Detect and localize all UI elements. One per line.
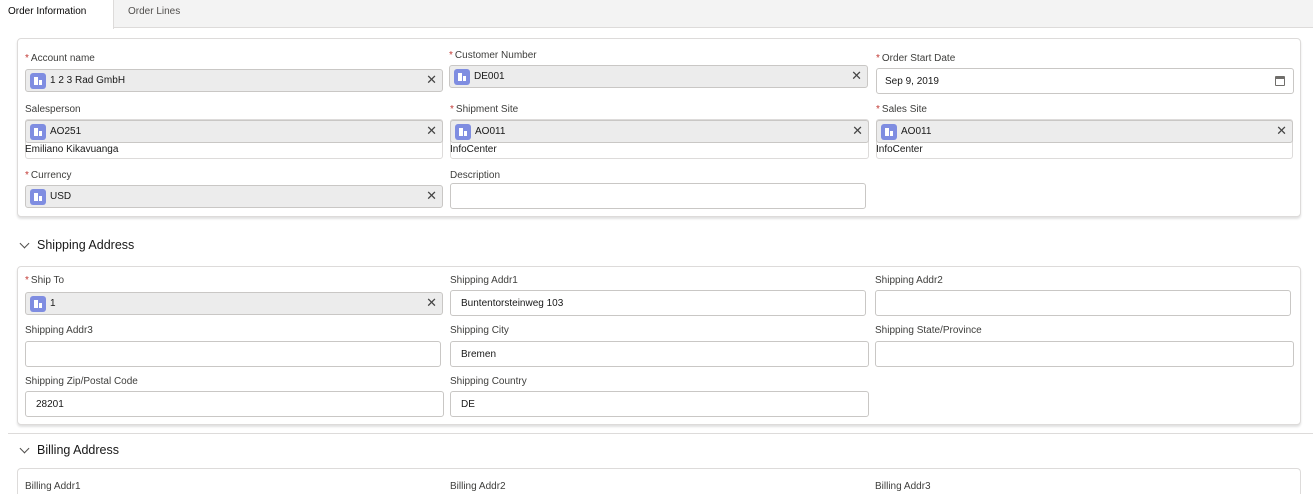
currency-lookup[interactable]: USD ✕ xyxy=(25,185,443,208)
order-start-date-label: Order Start Date xyxy=(881,53,956,64)
shipping-addr3-input[interactable] xyxy=(25,341,441,367)
description-input[interactable] xyxy=(450,183,866,209)
shipping-state-label: Shipping State/Province xyxy=(875,325,982,336)
sales-site-name: InfoCenter xyxy=(876,144,923,155)
shipping-address-title: Shipping Address xyxy=(37,238,135,252)
billing-address-card: Billing Addr1 Billing Addr2 Billing Addr… xyxy=(17,468,1301,494)
calendar-icon[interactable] xyxy=(1275,76,1285,86)
salesperson-name: Emiliano Kikavuanga xyxy=(25,144,119,155)
order-start-date-input[interactable]: Sep 9, 2019 xyxy=(876,68,1294,94)
billing-addr2-label: Billing Addr2 xyxy=(450,481,506,492)
close-icon[interactable]: ✕ xyxy=(426,123,437,139)
required-marker: * xyxy=(25,170,29,181)
close-icon[interactable]: ✕ xyxy=(1276,123,1287,139)
account-name-lookup[interactable]: 1 2 3 Rad GmbH ✕ xyxy=(25,69,443,92)
section-divider xyxy=(8,433,1313,434)
shipping-zip-input[interactable]: 28201 xyxy=(25,391,444,417)
close-icon[interactable]: ✕ xyxy=(852,123,863,139)
shipping-state-input[interactable] xyxy=(875,341,1294,367)
close-icon[interactable]: ✕ xyxy=(426,295,437,311)
order-information-card: * Account name 1 2 3 Rad GmbH ✕ * Customer… xyxy=(17,38,1301,217)
customer-number-lookup[interactable]: DE001 ✕ xyxy=(449,65,868,88)
billing-addr1-label: Billing Addr1 xyxy=(25,481,81,492)
billing-address-title: Billing Address xyxy=(37,443,119,457)
ship-to-lookup[interactable]: 1 ✕ xyxy=(25,292,443,315)
shipping-city-label: Shipping City xyxy=(450,325,509,336)
shipping-addr1-value: Buntentorsteinweg 103 xyxy=(461,298,564,309)
shipping-country-value: DE xyxy=(461,399,475,410)
required-marker: * xyxy=(449,50,453,61)
close-icon[interactable]: ✕ xyxy=(426,72,437,88)
required-marker: * xyxy=(876,53,880,64)
shipping-city-value: Bremen xyxy=(461,349,497,360)
shipping-address-card: * Ship To 1 ✕ Shipping Addr1 Buntentorste… xyxy=(17,266,1301,425)
salesperson-label: Salesperson xyxy=(25,104,81,115)
ship-to-label: Ship To xyxy=(30,275,65,286)
building-icon xyxy=(30,73,46,89)
customer-number-value: DE001 xyxy=(474,71,505,82)
building-icon xyxy=(30,296,46,312)
customer-number-label: Customer Number xyxy=(454,50,537,61)
shipping-addr3-label: Shipping Addr3 xyxy=(25,325,93,336)
order-start-date-value: Sep 9, 2019 xyxy=(885,76,939,87)
required-marker: * xyxy=(876,104,880,115)
shipment-site-lookup[interactable]: AO011 ✕ xyxy=(450,120,869,143)
currency-value: USD xyxy=(50,191,72,202)
sales-site-value: AO011 xyxy=(901,126,932,137)
shipping-city-input[interactable]: Bremen xyxy=(450,341,869,367)
building-icon xyxy=(454,69,470,85)
tab-order-information[interactable]: Order Information xyxy=(0,0,114,29)
required-marker: * xyxy=(25,275,29,286)
building-icon xyxy=(30,189,46,205)
tab-bar: Order Information Order Lines xyxy=(0,0,1313,29)
building-icon xyxy=(881,124,897,140)
shipping-country-label: Shipping Country xyxy=(450,376,527,387)
shipping-addr2-input[interactable] xyxy=(875,290,1291,316)
account-name-label: Account name xyxy=(30,53,95,64)
currency-label: Currency xyxy=(30,170,72,181)
shipping-addr1-label: Shipping Addr1 xyxy=(450,275,518,286)
required-marker: * xyxy=(25,53,29,64)
shipping-country-input[interactable]: DE xyxy=(450,391,869,417)
shipment-site-label: Shipment Site xyxy=(455,104,519,115)
description-label: Description xyxy=(450,170,501,181)
shipping-zip-value: 28201 xyxy=(36,399,64,410)
billing-addr3-label: Billing Addr3 xyxy=(875,481,931,492)
building-icon xyxy=(455,124,471,140)
building-icon xyxy=(30,124,46,140)
salesperson-value: AO251 xyxy=(50,126,82,137)
salesperson-lookup[interactable]: AO251 ✕ xyxy=(25,120,443,143)
close-icon[interactable]: ✕ xyxy=(426,188,437,204)
chevron-down-icon xyxy=(19,443,30,454)
shipping-zip-label: Shipping Zip/Postal Code xyxy=(25,376,138,387)
tab-order-lines[interactable]: Order Lines xyxy=(120,0,200,28)
ship-to-value: 1 xyxy=(50,298,56,309)
close-icon[interactable]: ✕ xyxy=(851,68,862,84)
shipping-addr2-label: Shipping Addr2 xyxy=(875,275,943,286)
shipment-site-name: InfoCenter xyxy=(450,144,497,155)
sales-site-lookup[interactable]: AO011 ✕ xyxy=(876,120,1293,143)
sales-site-label: Sales Site xyxy=(881,104,927,115)
account-name-value: 1 2 3 Rad GmbH xyxy=(50,75,126,86)
shipment-site-value: AO011 xyxy=(475,126,506,137)
required-marker: * xyxy=(450,104,454,115)
chevron-down-icon xyxy=(19,238,30,249)
shipping-addr1-input[interactable]: Buntentorsteinweg 103 xyxy=(450,290,866,316)
